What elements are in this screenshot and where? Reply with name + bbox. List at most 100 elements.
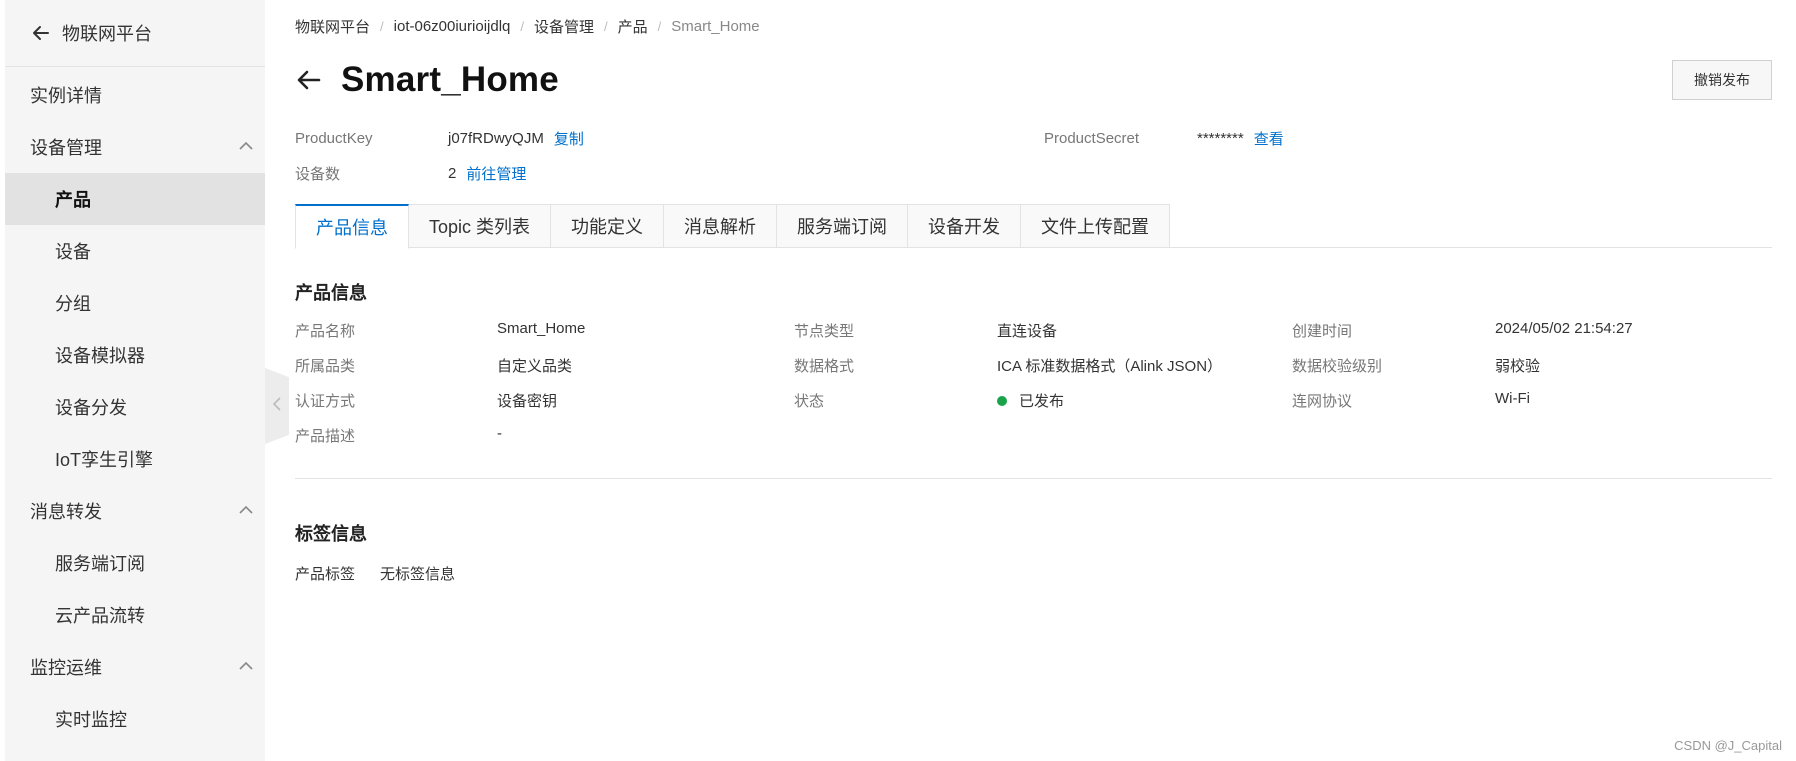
node-type-value: 直连设备 [997,323,1058,340]
info-row: 认证方式 设备密钥 状态 已发布 连网协议 Wi-Fi [295,390,1772,425]
breadcrumb-separator: / [380,19,384,34]
device-count-label: 设备数 [295,166,341,183]
product-key-row: ProductKey j07fRDwyQJM 复制 [295,128,584,149]
breadcrumb-separator: / [520,19,524,34]
breadcrumb-separator: / [657,19,662,34]
sidebar: 物联网平台 实例详情 设备管理 产品 设备 分组 设备模拟器 设备分发 IoT孪… [0,0,265,761]
breadcrumb-item-product[interactable]: 产品 [618,16,648,37]
info-row: 产品描述 - [295,425,1772,460]
tab-function-definition[interactable]: 功能定义 [551,204,665,248]
tab-topic-list[interactable]: Topic 类列表 [409,204,552,248]
sidebar-item-instance-details[interactable]: 实例详情 [5,69,265,121]
product-info-grid: 产品名称 Smart_Home 节点类型 直连设备 创建时间 2024/05/0… [295,320,1772,460]
info-row: 所属品类 自定义品类 数据格式 ICA 标准数据格式（Alink JSON） 数… [295,355,1772,390]
chevron-left-icon [272,396,282,417]
sidebar-item-product[interactable]: 产品 [5,173,265,225]
product-description-label: 产品描述 [295,428,356,445]
sidebar-item-cloud-product-flow[interactable]: 云产品流转 [5,589,265,641]
sidebar-group-monitoring-ops[interactable]: 监控运维 [5,641,265,693]
product-tags-label: 产品标签 [295,566,356,583]
status-text: 已发布 [1019,393,1065,410]
device-count-row: 设备数 2 前往管理 [295,163,526,184]
sidebar-item-label: 云产品流转 [55,606,145,626]
sidebar-item-group[interactable]: 分组 [5,277,265,329]
go-manage-link[interactable]: 前往管理 [466,163,526,184]
data-format-label: 数据格式 [794,358,855,375]
sidebar-item-label: 服务端订阅 [55,554,145,574]
arrow-left-icon [32,24,50,42]
info-row: 产品名称 Smart_Home 节点类型 直连设备 创建时间 2024/05/0… [295,320,1772,355]
sidebar-item-label: 产品 [55,190,91,210]
sidebar-item-iot-twin-engine[interactable]: IoT孪生引擎 [5,433,265,485]
tab-server-subscription[interactable]: 服务端订阅 [777,204,909,248]
tab-file-upload-config[interactable]: 文件上传配置 [1021,204,1171,248]
sidebar-back-header[interactable]: 物联网平台 [5,0,265,67]
product-name-value: Smart_Home [497,320,586,337]
status-label: 状态 [794,393,825,410]
product-info-title: 产品信息 [295,283,367,303]
back-arrow-icon[interactable] [295,66,323,94]
sidebar-item-device[interactable]: 设备 [5,225,265,277]
data-format-value: ICA 标准数据格式（Alink JSON） [997,358,1223,375]
created-time-label: 创建时间 [1292,323,1353,340]
sidebar-item-label: 监控运维 [30,658,102,678]
sidebar-item-realtime-monitoring[interactable]: 实时监控 [5,693,265,745]
chevron-up-icon [239,661,253,671]
app-root: 物联网平台 实例详情 设备管理 产品 设备 分组 设备模拟器 设备分发 IoT孪… [0,0,1796,761]
sidebar-nav: 实例详情 设备管理 产品 设备 分组 设备模拟器 设备分发 IoT孪生引擎 消息… [5,67,265,745]
auth-method-label: 认证方式 [295,393,356,410]
sidebar-item-label: 设备模拟器 [55,346,145,366]
validation-level-label: 数据校验级别 [1292,358,1383,375]
status-published-dot [997,396,1007,407]
breadcrumb-item-instance[interactable]: iot-06z00iurioijdlq [394,18,511,35]
watermark: CSDN @J_Capital [1674,738,1782,753]
product-name-label: 产品名称 [295,323,356,340]
chevron-up-icon [239,505,253,515]
sidebar-title: 物联网平台 [62,24,152,44]
breadcrumb-item-current: Smart_Home [671,18,760,35]
breadcrumb-item-iot-platform[interactable]: 物联网平台 [295,16,370,37]
node-type-label: 节点类型 [794,323,855,340]
sidebar-group-message-forwarding[interactable]: 消息转发 [5,485,265,537]
breadcrumb: 物联网平台 / iot-06z00iurioijdlq / 设备管理 / 产品 … [295,16,760,37]
product-tags-value: 无标签信息 [380,566,456,583]
section-divider [295,478,1772,479]
product-secret-row: ProductSecret ******** 查看 [1044,128,1284,149]
product-key-label: ProductKey [295,130,373,147]
sidebar-item-device-distribution[interactable]: 设备分发 [5,381,265,433]
sidebar-item-label: 设备管理 [30,138,102,158]
chevron-up-icon [239,141,253,151]
product-key-value: j07fRDwyQJM [448,130,544,147]
sidebar-item-label: 分组 [55,294,91,314]
auth-method-value: 设备密钥 [497,393,558,410]
breadcrumb-item-device-management[interactable]: 设备管理 [534,16,594,37]
view-product-secret-link[interactable]: 查看 [1254,128,1284,149]
product-secret-value: ******** [1197,130,1244,147]
sidebar-item-server-subscription[interactable]: 服务端订阅 [5,537,265,589]
category-value: 自定义品类 [497,358,573,375]
sidebar-group-device-management[interactable]: 设备管理 [5,121,265,173]
sidebar-item-label: 设备分发 [55,398,127,418]
main-content: 物联网平台 / iot-06z00iurioijdlq / 设备管理 / 产品 … [295,0,1772,761]
tab-message-parsing[interactable]: 消息解析 [664,204,778,248]
sidebar-item-label: 设备 [55,242,91,262]
product-description-value: - [497,425,502,442]
sidebar-item-label: 消息转发 [30,502,102,522]
tab-product-info[interactable]: 产品信息 [295,204,409,249]
breadcrumb-separator: / [604,19,608,34]
network-protocol-label: 连网协议 [1292,393,1353,410]
created-time-value: 2024/05/02 21:54:27 [1495,320,1633,337]
page-title: Smart_Home [341,60,559,99]
tab-bar: 产品信息 Topic 类列表 功能定义 消息解析 服务端订阅 设备开发 文件上传… [295,204,1772,249]
sidebar-collapse-handle[interactable] [265,368,289,444]
network-protocol-value: Wi-Fi [1495,390,1530,407]
sidebar-item-label: 实时监控 [55,710,127,730]
copy-product-key-link[interactable]: 复制 [554,128,584,149]
sidebar-item-device-simulator[interactable]: 设备模拟器 [5,329,265,381]
page-header: Smart_Home [295,60,559,100]
device-count-value: 2 [448,165,457,182]
revoke-publish-button[interactable]: 撤销发布 [1672,60,1772,100]
tab-device-development[interactable]: 设备开发 [908,204,1022,248]
status-value: 已发布 [997,390,1064,411]
product-tags-row: 产品标签 无标签信息 [295,563,455,584]
